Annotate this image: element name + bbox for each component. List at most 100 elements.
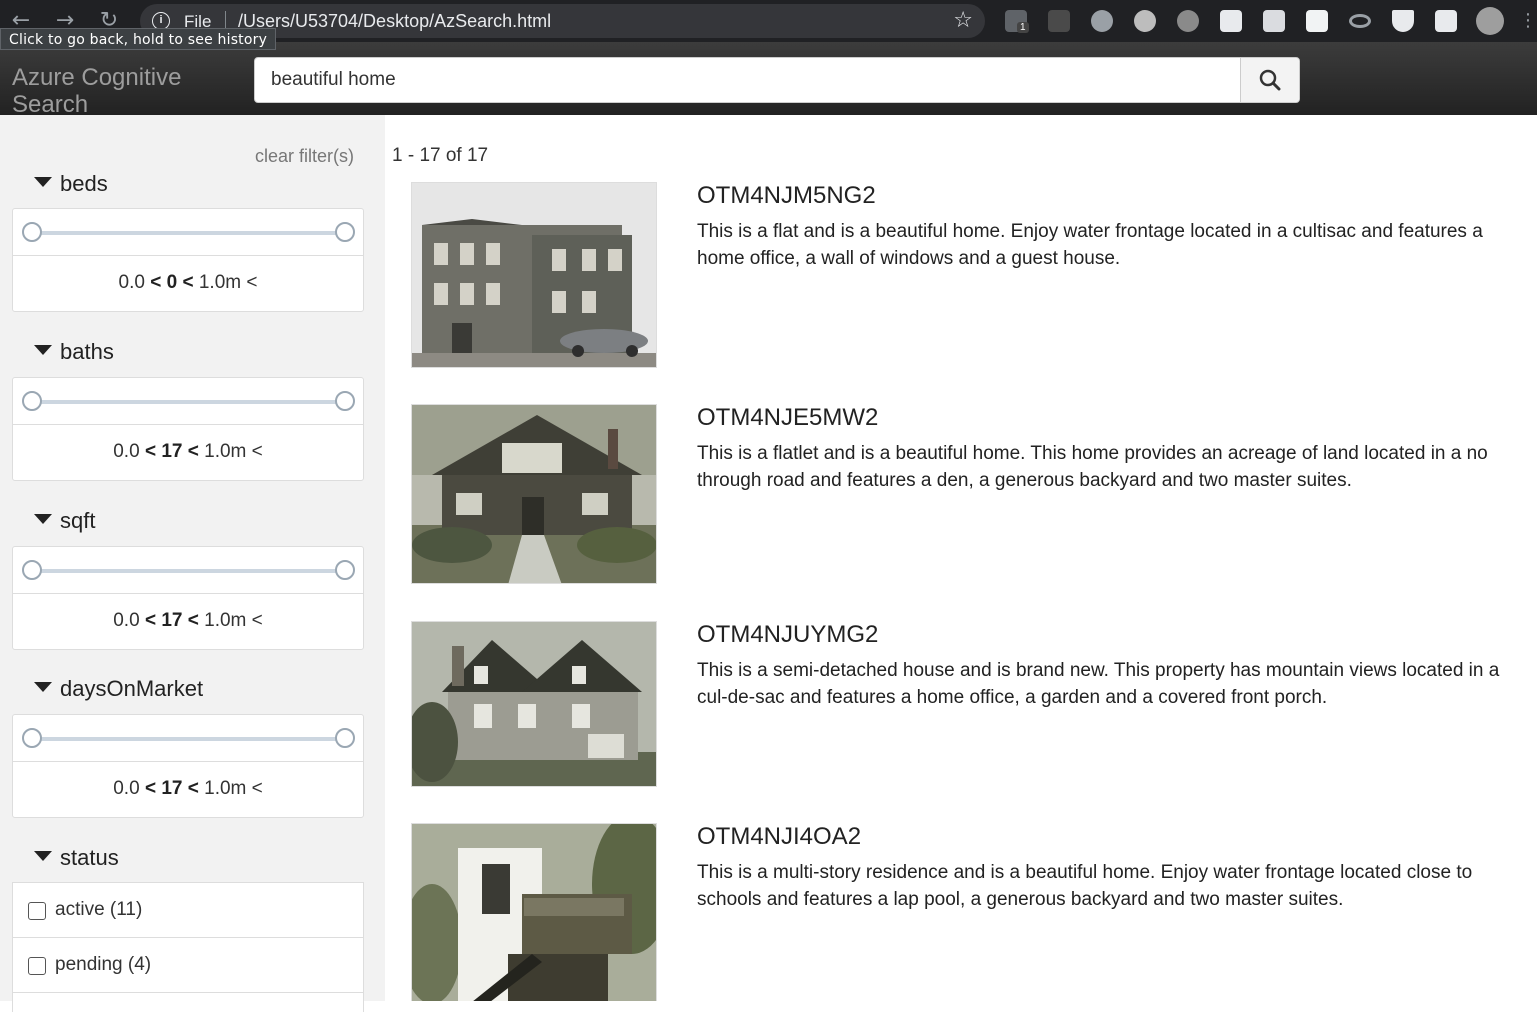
extension-chat-icon[interactable]: 1 bbox=[1005, 10, 1029, 33]
range-facet-sqft: 0.0 < 17 < 1.0m < bbox=[12, 546, 364, 650]
range-label: 0.0 < 17 < 1.0m < bbox=[113, 778, 263, 799]
range-max: 1.0m bbox=[204, 778, 247, 799]
result-title[interactable]: OTM4NJUYMG2 bbox=[697, 621, 878, 649]
range-facet-daysonmarket: 0.0 < 17 < 1.0m < bbox=[12, 714, 364, 818]
caret-down-icon bbox=[34, 345, 52, 355]
range-value: 0 bbox=[166, 272, 178, 293]
facet-title: status bbox=[60, 845, 119, 870]
property-photo[interactable] bbox=[411, 182, 657, 368]
extension-tex-icon[interactable] bbox=[1306, 10, 1328, 32]
range-track[interactable] bbox=[33, 569, 345, 573]
divider bbox=[13, 761, 363, 762]
range-label: 0.0 < 17 < 1.0m < bbox=[113, 441, 263, 462]
caret-down-icon bbox=[34, 514, 52, 524]
result-title[interactable]: OTM4NJM5NG2 bbox=[697, 182, 876, 210]
extension-s-icon[interactable] bbox=[1263, 10, 1285, 32]
facet-title: baths bbox=[60, 339, 114, 364]
search-icon bbox=[1259, 69, 1281, 91]
range-track[interactable] bbox=[33, 400, 345, 404]
facets-sidebar: clear filter(s) beds 0.0 < 0 < 1.0m < ba… bbox=[0, 115, 385, 1012]
range-min-handle[interactable] bbox=[22, 728, 42, 748]
menu-kebab-icon[interactable]: ⋮ bbox=[1515, 8, 1537, 34]
range-min: 0.0 bbox=[113, 441, 140, 462]
range-value: 17 bbox=[161, 441, 183, 462]
clear-filters-link[interactable]: clear filter(s) bbox=[255, 146, 354, 167]
checkbox-label: active (11) bbox=[55, 899, 143, 920]
range-label: 0.0 < 0 < 1.0m < bbox=[118, 272, 258, 293]
caret-down-icon bbox=[34, 851, 52, 861]
profile-avatar[interactable] bbox=[1476, 7, 1504, 35]
range-facet-beds: 0.0 < 0 < 1.0m < bbox=[12, 208, 364, 312]
back-tooltip: Click to go back, hold to see history bbox=[0, 28, 277, 50]
result-description: This is a flat and is a beautiful home. … bbox=[697, 221, 1483, 269]
divider bbox=[13, 255, 363, 256]
facet-header-beds[interactable]: beds bbox=[34, 171, 108, 197]
result-description: This is a multi-story residence and is a… bbox=[697, 862, 1473, 910]
search-input[interactable] bbox=[255, 58, 1241, 102]
extension-diamond-icon[interactable] bbox=[1392, 10, 1414, 32]
extension-badge: 1 bbox=[1017, 22, 1029, 33]
range-min-handle[interactable] bbox=[22, 560, 42, 580]
range-track[interactable] bbox=[33, 737, 345, 741]
extension-hand-icon[interactable] bbox=[1134, 10, 1156, 32]
facet-title: sqft bbox=[60, 508, 96, 533]
range-max-handle[interactable] bbox=[335, 222, 355, 242]
facet-header-sqft[interactable]: sqft bbox=[34, 508, 95, 534]
range-max-handle[interactable] bbox=[335, 728, 355, 748]
house-photo-1 bbox=[412, 183, 656, 367]
range-max-handle[interactable] bbox=[335, 560, 355, 580]
extension-plus-icon[interactable] bbox=[1220, 10, 1242, 32]
caret-down-icon bbox=[34, 682, 52, 692]
range-label: 0.0 < 17 < 1.0m < bbox=[113, 610, 263, 631]
range-min: 0.0 bbox=[113, 778, 140, 799]
result-title[interactable]: OTM4NJE5MW2 bbox=[697, 404, 878, 432]
extension-cap-icon[interactable] bbox=[1177, 10, 1199, 32]
divider bbox=[13, 593, 363, 594]
result-description: This is a flatlet and is a beautiful hom… bbox=[697, 443, 1488, 491]
range-min: 0.0 bbox=[113, 610, 140, 631]
range-facet-baths: 0.0 < 17 < 1.0m < bbox=[12, 377, 364, 481]
range-min: 0.0 bbox=[118, 272, 145, 293]
range-max: 1.0m bbox=[204, 441, 247, 462]
status-option-pending[interactable]: pending (4) bbox=[12, 937, 364, 993]
facet-title: beds bbox=[60, 171, 108, 196]
range-max: 1.0m bbox=[204, 610, 247, 631]
facet-header-status[interactable]: status bbox=[34, 845, 119, 871]
extension-k-icon[interactable] bbox=[1048, 10, 1070, 32]
house-photo-3 bbox=[412, 622, 656, 786]
checkbox[interactable] bbox=[28, 902, 46, 920]
extension-m-icon[interactable] bbox=[1091, 10, 1113, 32]
caret-down-icon bbox=[34, 177, 52, 187]
result-title[interactable]: OTM4NJI4OA2 bbox=[697, 823, 861, 851]
divider bbox=[13, 424, 363, 425]
range-min-handle[interactable] bbox=[22, 391, 42, 411]
range-value: 17 bbox=[161, 610, 183, 631]
property-photo[interactable] bbox=[411, 621, 657, 787]
address-url[interactable]: /Users/U53704/Desktop/AzSearch.html bbox=[238, 11, 551, 32]
status-option-partial bbox=[12, 992, 364, 1012]
property-photo[interactable] bbox=[411, 823, 657, 1001]
range-value: 17 bbox=[161, 778, 183, 799]
result-description: This is a semi-detached house and is bra… bbox=[697, 660, 1500, 708]
checkbox-label: pending (4) bbox=[55, 954, 152, 975]
star-icon[interactable]: ☆ bbox=[953, 8, 973, 33]
property-photo[interactable] bbox=[411, 404, 657, 584]
search-button[interactable] bbox=[1240, 58, 1299, 102]
facet-title: daysOnMarket bbox=[60, 676, 204, 701]
extensions-puzzle-icon[interactable] bbox=[1435, 10, 1457, 32]
facet-header-baths[interactable]: baths bbox=[34, 339, 114, 365]
search-box bbox=[254, 57, 1300, 103]
results-count: 1 - 17 of 17 bbox=[392, 145, 489, 166]
brand-title[interactable]: Azure Cognitive Search bbox=[12, 64, 242, 118]
extension-infinity-icon[interactable] bbox=[1349, 14, 1371, 28]
app-header: Azure Cognitive Search bbox=[0, 42, 1537, 118]
facet-header-daysonmarket[interactable]: daysOnMarket bbox=[34, 676, 203, 702]
house-photo-2 bbox=[412, 405, 656, 583]
range-track[interactable] bbox=[33, 231, 345, 235]
range-min-handle[interactable] bbox=[22, 222, 42, 242]
range-max-handle[interactable] bbox=[335, 391, 355, 411]
status-option-active[interactable]: active (11) bbox=[12, 882, 364, 938]
checkbox[interactable] bbox=[28, 957, 46, 975]
range-max: 1.0m bbox=[198, 272, 242, 293]
house-photo-4 bbox=[412, 824, 656, 1001]
